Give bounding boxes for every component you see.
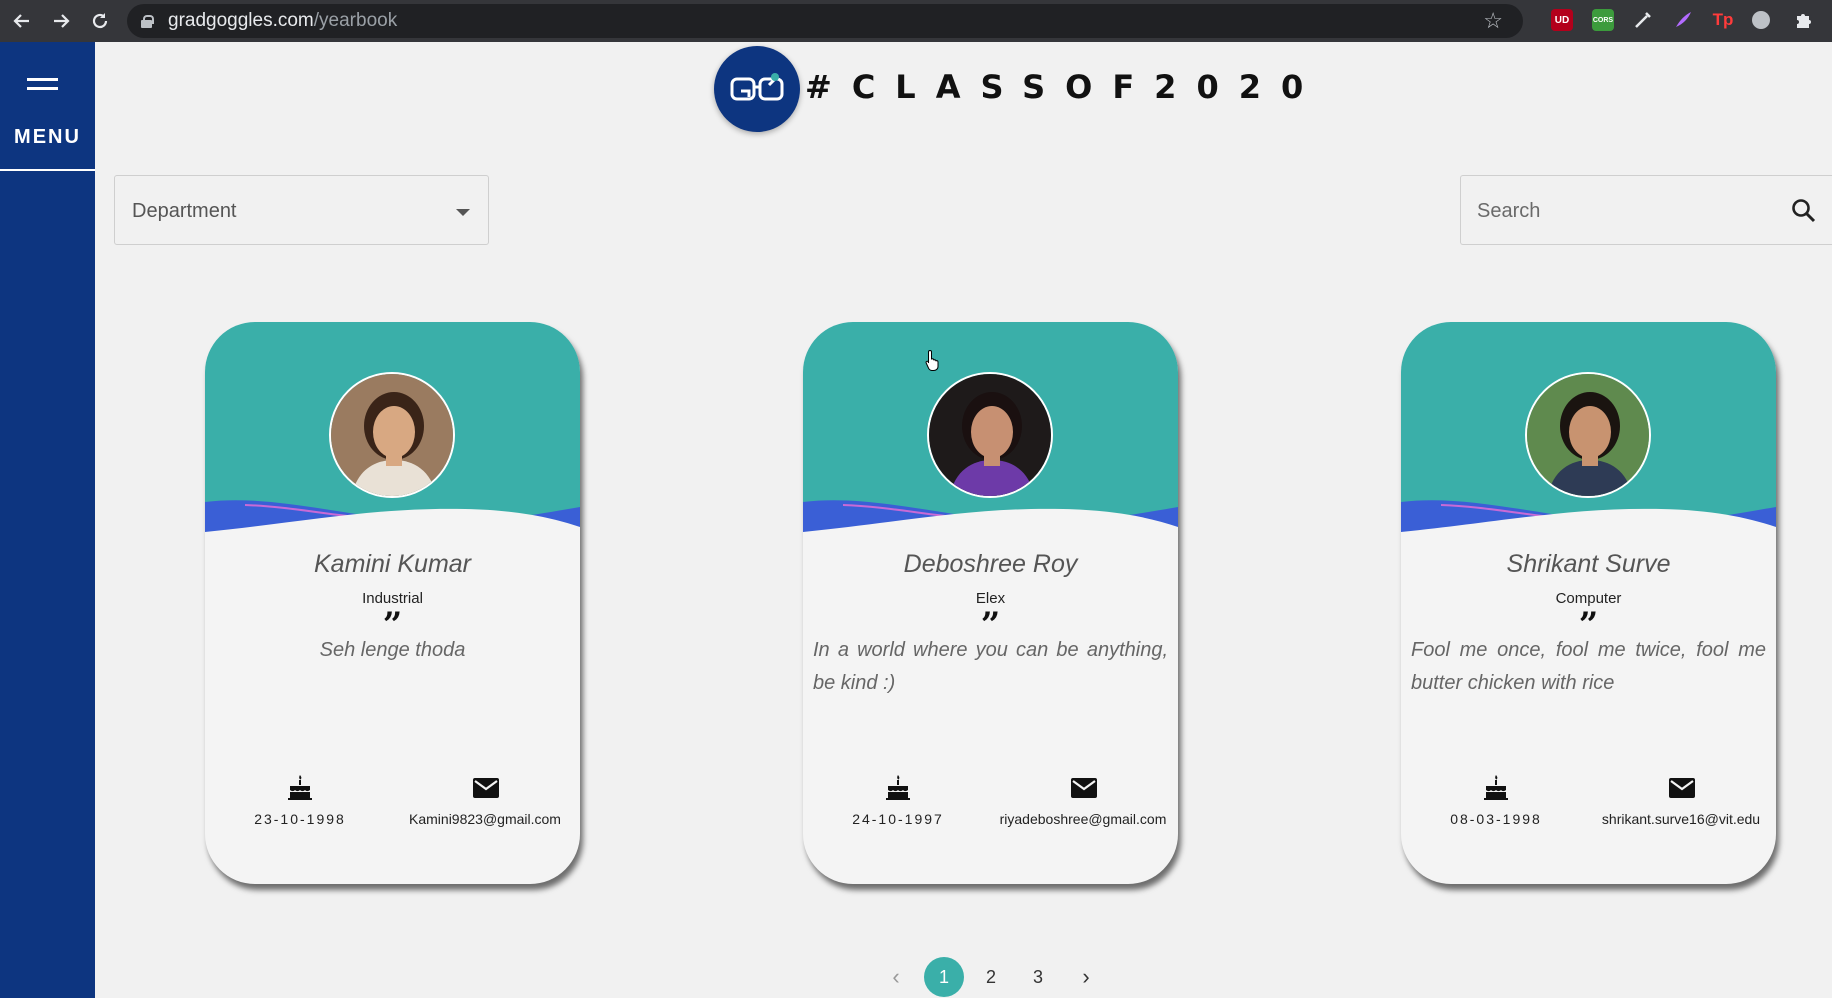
mail-icon [1071, 778, 1097, 798]
menu-divider [0, 169, 95, 171]
student-department: Industrial [362, 590, 423, 607]
student-department: Computer [1555, 590, 1622, 607]
mail-icon [473, 778, 499, 798]
avatar [329, 372, 455, 498]
menu-button[interactable]: MENU [0, 126, 95, 149]
pagination-page-2[interactable]: 2 [971, 957, 1011, 997]
hand-cursor-icon [925, 349, 939, 371]
lock-icon [141, 14, 154, 28]
puzzle-extensions-icon[interactable] [1792, 9, 1814, 31]
hamburger-menu-icon[interactable] [27, 78, 58, 90]
birthday-cake-icon [886, 775, 910, 800]
student-email[interactable]: Kamini9823@gmail.com [380, 811, 580, 827]
student-quote: In a world where you can be anything, be… [813, 639, 1168, 694]
birthday-cake-icon [1484, 775, 1508, 800]
student-birthdate: 23-10-1998 [254, 811, 346, 827]
goggles-icon [730, 73, 784, 101]
student-card[interactable]: Kamini Kumar Industrial ” Seh lenge thod… [205, 322, 580, 884]
department-select[interactable]: Department [114, 175, 489, 245]
pagination-page-3[interactable]: 3 [1018, 957, 1058, 997]
wand-extension-icon[interactable] [1632, 9, 1654, 31]
bookmark-star-icon[interactable]: ☆ [1483, 8, 1503, 34]
student-name: Kamini Kumar [314, 550, 471, 578]
address-bar[interactable]: gradgoggles.com/yearbook ☆ [127, 4, 1523, 38]
search-icon[interactable] [1791, 198, 1817, 224]
mail-icon [1669, 778, 1695, 798]
gradgoggles-logo[interactable] [714, 46, 800, 132]
avatar-photo [1527, 374, 1649, 496]
profile-extension-icon[interactable] [1752, 11, 1770, 29]
url-path: /yearbook [313, 10, 398, 31]
student-department: Elex [975, 590, 1006, 607]
avatar [1525, 372, 1651, 498]
sidebar: MENU [0, 42, 95, 998]
student-card[interactable]: Deboshree Roy Elex ” In a world where yo… [803, 322, 1178, 884]
quote-icon: ” [1578, 608, 1599, 630]
feather-extension-icon[interactable] [1672, 9, 1694, 31]
cors-extension-icon[interactable]: CORS [1592, 9, 1614, 31]
department-select-label: Department [132, 200, 237, 222]
student-birthdate: 08-03-1998 [1450, 811, 1542, 827]
search-input[interactable] [1477, 196, 1767, 226]
student-quote: Seh lenge thoda [319, 639, 466, 661]
avatar-photo [929, 374, 1051, 496]
pagination: ‹ 1 2 3 › [0, 957, 1832, 997]
pagination-prev-button[interactable]: ‹ [876, 957, 916, 997]
quote-icon: ” [980, 608, 1001, 630]
student-birthdate: 24-10-1997 [852, 811, 944, 827]
student-name: Shrikant Surve [1506, 550, 1671, 578]
ublock-extension-icon[interactable]: UD [1551, 9, 1573, 31]
quote-icon: ” [382, 608, 403, 630]
chevron-down-icon [456, 209, 470, 216]
student-name: Deboshree Roy [903, 550, 1078, 578]
student-email[interactable]: riyadeboshree@gmail.com [978, 811, 1178, 827]
student-quote: Fool me once, fool me twice, fool me but… [1411, 639, 1766, 694]
tp-extension-icon[interactable]: Tp [1712, 9, 1734, 31]
pagination-page-1[interactable]: 1 [924, 957, 964, 997]
student-card[interactable]: Shrikant Surve Computer ” Fool me once, … [1401, 322, 1776, 884]
forward-arrow-icon[interactable] [44, 4, 78, 38]
back-arrow-icon[interactable] [5, 4, 39, 38]
page-title: #CLASSOF2020 [805, 68, 1324, 106]
url-host: gradgoggles.com [168, 10, 314, 31]
student-email[interactable]: shrikant.surve16@vit.edu [1576, 811, 1776, 827]
reload-icon[interactable] [83, 4, 117, 38]
search-box [1460, 175, 1832, 245]
avatar-photo [331, 374, 453, 496]
browser-toolbar: gradgoggles.com/yearbook ☆ UD CORS Tp [0, 0, 1832, 42]
birthday-cake-icon [288, 775, 312, 800]
pagination-next-button[interactable]: › [1066, 957, 1106, 997]
avatar [927, 372, 1053, 498]
